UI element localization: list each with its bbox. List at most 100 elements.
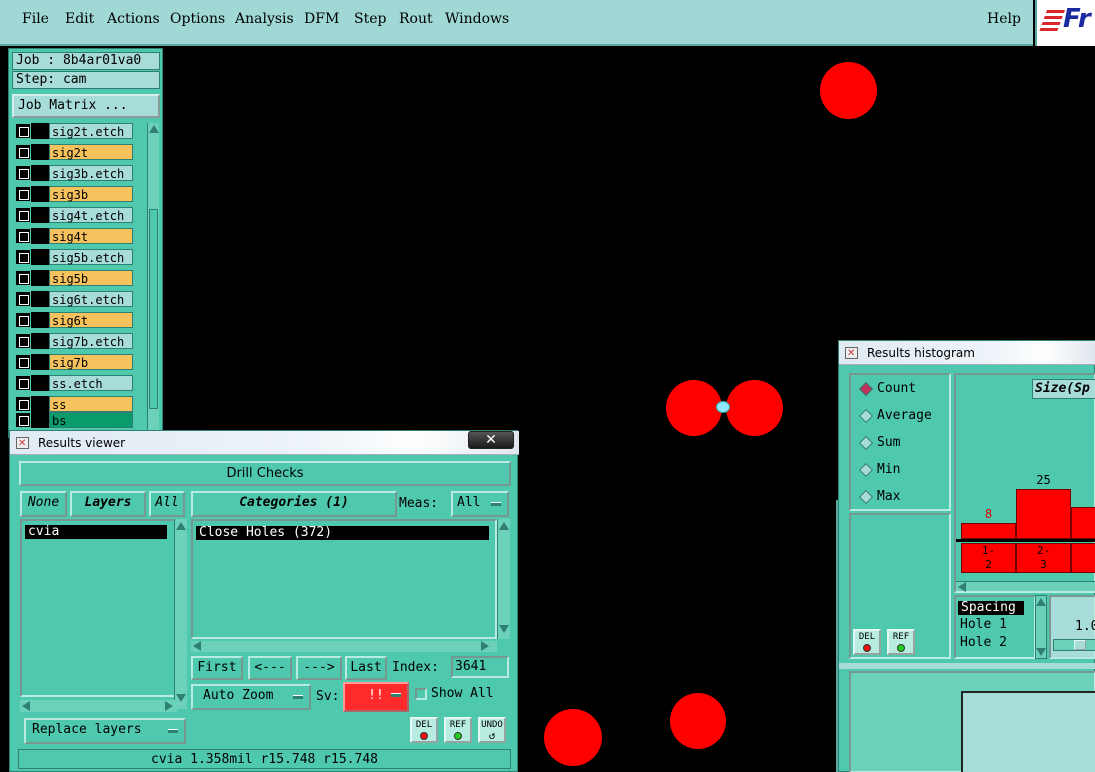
undo-button[interactable]: UNDO ↺ [478, 717, 506, 743]
measure-item-hole1[interactable]: Hole 1 [960, 615, 1007, 635]
measure-list-scrollbar[interactable] [1035, 595, 1047, 659]
prev-button[interactable]: <--- [248, 656, 292, 680]
scroll-thumb[interactable] [149, 209, 158, 409]
menu-dfm[interactable]: DFM [304, 11, 339, 27]
slider-thumb[interactable] [1074, 640, 1086, 650]
next-button[interactable]: ---> [296, 656, 342, 680]
layer-checkbox[interactable] [16, 145, 30, 159]
layer-row[interactable]: sig6t.etch [15, 291, 133, 307]
meas-select[interactable]: All [451, 491, 509, 517]
none-button[interactable]: None [20, 491, 67, 517]
menu-edit[interactable]: Edit [65, 11, 94, 27]
value-slider[interactable] [1053, 639, 1095, 651]
scroll-right-icon[interactable] [165, 701, 173, 711]
menu-step[interactable]: Step [354, 11, 386, 27]
index-input[interactable]: 3641 [451, 656, 509, 678]
layer-checkbox[interactable] [16, 271, 30, 285]
scroll-left-icon[interactable] [193, 641, 201, 651]
layers-vscroll[interactable] [174, 519, 187, 709]
menu-help[interactable]: Help [987, 11, 1021, 27]
layer-checkbox[interactable] [16, 334, 30, 348]
layer-row[interactable]: sig3b.etch [15, 165, 133, 181]
layer-checkbox[interactable] [16, 313, 30, 327]
scroll-up-icon[interactable] [499, 522, 509, 530]
scroll-left-icon[interactable] [22, 701, 30, 711]
layer-row[interactable]: sig3b [15, 186, 133, 202]
layer-row[interactable]: bs [15, 412, 133, 428]
radio-min[interactable]: Min [859, 460, 900, 480]
layer-checkbox[interactable] [16, 355, 30, 369]
measure-item-spacing[interactable]: Spacing [958, 601, 1024, 615]
menu-rout[interactable]: Rout [399, 11, 433, 27]
layer-checkbox[interactable] [16, 166, 30, 180]
measure-item-hole2[interactable]: Hole 2 [960, 633, 1007, 653]
scroll-up-icon[interactable] [1036, 598, 1046, 606]
layer-list-scrollbar[interactable] [147, 123, 159, 435]
menu-file[interactable]: File [22, 11, 49, 27]
layer-checkbox[interactable] [16, 187, 30, 201]
layer-checkbox[interactable] [16, 124, 30, 138]
layer-row[interactable]: sig5b [15, 270, 133, 286]
scroll-up-icon[interactable] [149, 125, 159, 133]
radio-max[interactable]: Max [859, 487, 900, 507]
drill-checks-header[interactable]: Drill Checks [19, 461, 511, 486]
scroll-up-icon[interactable] [176, 522, 186, 530]
replace-layers-select[interactable]: Replace layers [24, 718, 186, 744]
scroll-right-icon[interactable] [481, 641, 489, 651]
severity-select[interactable]: !! [343, 682, 409, 712]
layer-row[interactable]: sig4t [15, 228, 133, 244]
first-button[interactable]: First [191, 656, 243, 680]
histogram-del-button[interactable]: DEL [853, 629, 881, 655]
histogram-bar[interactable] [961, 523, 1016, 539]
auto-zoom-select[interactable]: Auto Zoom [191, 684, 311, 710]
layers-hscroll[interactable] [20, 700, 177, 712]
del-button[interactable]: DEL [410, 717, 438, 743]
layer-checkbox[interactable] [16, 292, 30, 306]
close-button[interactable]: ✕ [468, 431, 514, 449]
show-all-checkbox[interactable] [415, 688, 427, 700]
layer-row[interactable]: sig5b.etch [15, 249, 133, 265]
layer-checkbox[interactable] [16, 250, 30, 264]
layer-row[interactable]: sig4t.etch [15, 207, 133, 223]
histogram-ref-button[interactable]: REF [887, 629, 915, 655]
radio-sum[interactable]: Sum [859, 433, 900, 453]
category-item-close-holes[interactable]: Close Holes (372) [196, 526, 489, 540]
layer-row[interactable]: sig2t.etch [15, 123, 133, 139]
menu-options[interactable]: Options [170, 11, 225, 27]
results-viewer-titlebar[interactable]: Results viewer [10, 431, 519, 456]
scroll-down-icon[interactable] [176, 694, 186, 702]
layer-checkbox[interactable] [16, 413, 30, 427]
layer-row[interactable]: sig2t [15, 144, 133, 160]
all-button[interactable]: All [149, 491, 185, 517]
ref-button[interactable]: REF [444, 717, 472, 743]
scroll-down-icon[interactable] [499, 625, 509, 633]
selection-marker-icon[interactable] [716, 401, 730, 413]
categories-vscroll[interactable] [497, 519, 510, 639]
layer-checkbox[interactable] [16, 229, 30, 243]
layer-item-cvia[interactable]: cvia [25, 525, 167, 539]
scroll-left-icon[interactable] [958, 582, 966, 592]
last-button[interactable]: Last [345, 656, 387, 680]
histogram-titlebar[interactable]: Results histogram [839, 341, 1095, 366]
layer-checkbox[interactable] [16, 208, 30, 222]
layer-checkbox[interactable] [16, 376, 30, 390]
histogram-bar[interactable] [1071, 507, 1095, 539]
radio-count[interactable]: Count [859, 379, 916, 399]
layer-row[interactable]: sig7b [15, 354, 133, 370]
radio-average[interactable]: Average [859, 406, 932, 426]
layer-row[interactable]: sig7b.etch [15, 333, 133, 349]
menu-actions[interactable]: Actions [107, 11, 160, 27]
scroll-down-icon[interactable] [1036, 648, 1046, 656]
categories-button[interactable]: Categories (1) [191, 491, 397, 517]
layer-row[interactable]: ss [15, 396, 133, 412]
histogram-bar[interactable] [1016, 489, 1071, 539]
layer-checkbox[interactable] [16, 397, 30, 411]
layer-row[interactable]: sig6t [15, 312, 133, 328]
layers-button[interactable]: Layers [70, 491, 146, 517]
menu-windows[interactable]: Windows [445, 11, 509, 27]
job-matrix-button[interactable]: Job Matrix ... [12, 94, 160, 118]
chart-hscroll[interactable] [956, 581, 1095, 592]
categories-hscroll[interactable] [191, 641, 497, 652]
menu-analysis[interactable]: Analysis [235, 11, 294, 27]
layer-row[interactable]: ss.etch [15, 375, 133, 391]
